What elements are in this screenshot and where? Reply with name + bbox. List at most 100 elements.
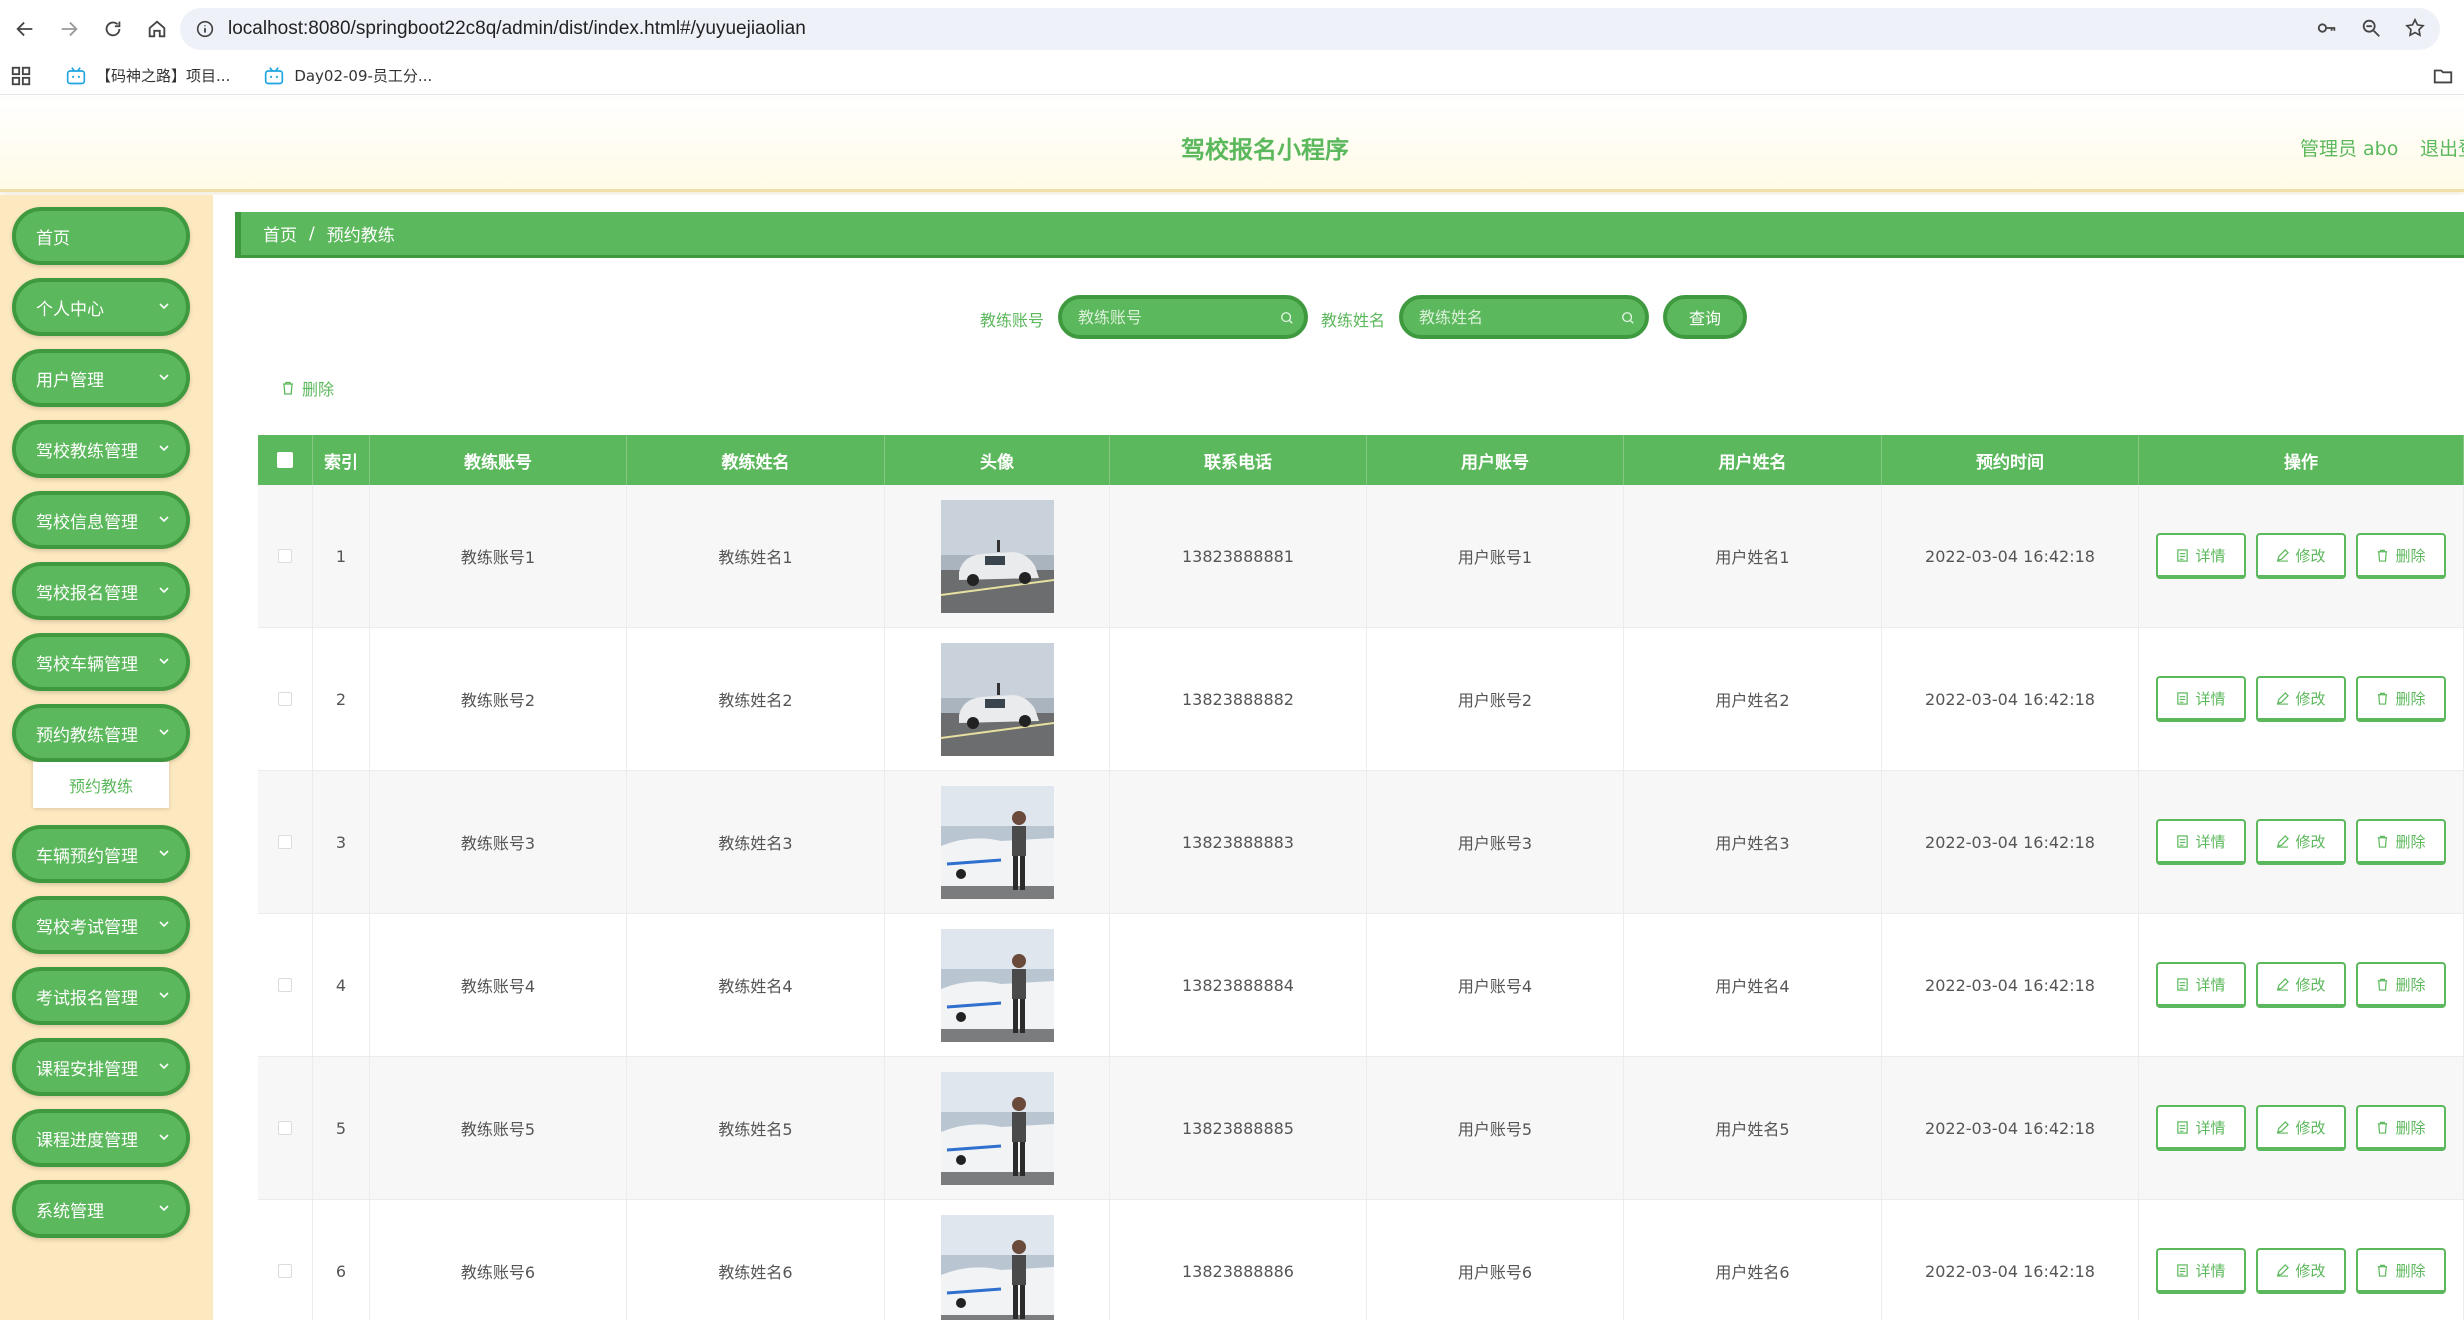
chevron-down-icon <box>159 921 169 928</box>
select-all-checkbox[interactable] <box>277 452 293 468</box>
cell-user-name: 用户姓名3 <box>1624 771 1882 913</box>
detail-button[interactable]: 详情 <box>2156 819 2246 865</box>
detail-button[interactable]: 详情 <box>2156 533 2246 579</box>
coach-account-field[interactable] <box>1058 295 1308 339</box>
chevron-down-icon <box>159 850 169 857</box>
coach-name-input[interactable] <box>1419 307 1609 327</box>
chevron-down-icon <box>159 992 169 999</box>
detail-button[interactable]: 详情 <box>2156 1105 2246 1151</box>
sidebar-item-exam-registration[interactable]: 考试报名管理 <box>12 967 190 1025</box>
sidebar-item-label: 系统管理 <box>36 1201 104 1222</box>
edit-button[interactable]: 修改 <box>2256 1105 2346 1151</box>
star-icon[interactable] <box>2404 17 2426 39</box>
row-checkbox[interactable] <box>278 549 292 563</box>
back-icon[interactable] <box>6 10 44 48</box>
sidebar-item-label: 驾校报名管理 <box>36 583 138 604</box>
document-icon <box>2177 1120 2189 1134</box>
delete-button[interactable]: 删除 <box>2356 962 2446 1008</box>
apps-grid-icon[interactable] <box>10 65 32 87</box>
cell-actions: 详情 修改 删除 <box>2139 771 2464 913</box>
browser-toolbar: localhost:8080/springboot22c8q/admin/dis… <box>0 0 2464 57</box>
detail-button[interactable]: 详情 <box>2156 1248 2246 1294</box>
row-checkbox[interactable] <box>278 835 292 849</box>
coach-avatar-image[interactable] <box>940 785 1054 899</box>
sidebar-item-course-progress[interactable]: 课程进度管理 <box>12 1109 190 1167</box>
sidebar-item-coach-booking[interactable]: 预约教练管理 <box>12 704 190 762</box>
sidebar-item-registration[interactable]: 驾校报名管理 <box>12 562 190 620</box>
cell-user-account: 用户账号4 <box>1367 914 1624 1056</box>
row-checkbox[interactable] <box>278 1121 292 1135</box>
batch-delete-button[interactable]: 删除 <box>281 376 334 400</box>
sidebar-item-vehicles[interactable]: 驾校车辆管理 <box>12 633 190 691</box>
delete-button[interactable]: 删除 <box>2356 676 2446 722</box>
coach-account-input[interactable] <box>1078 307 1268 327</box>
sidebar-item-system[interactable]: 系统管理 <box>12 1180 190 1238</box>
submenu-item-coach-booking[interactable]: 预约教练 <box>33 762 169 808</box>
address-bar[interactable]: localhost:8080/springboot22c8q/admin/dis… <box>180 8 2440 50</box>
sidebar-item-school-info[interactable]: 驾校信息管理 <box>12 491 190 549</box>
edit-button[interactable]: 修改 <box>2256 533 2346 579</box>
header-user-name: 用户姓名 <box>1624 435 1882 485</box>
coach-avatar-image[interactable] <box>940 928 1054 1042</box>
coach-avatar-image[interactable] <box>940 642 1054 756</box>
cell-actions: 详情 修改 删除 <box>2139 485 2464 627</box>
sidebar-item-vehicle-booking[interactable]: 车辆预约管理 <box>12 825 190 883</box>
breadcrumb-home[interactable]: 首页 <box>263 221 297 246</box>
info-icon[interactable] <box>194 18 216 40</box>
cell-booking-time: 2022-03-04 16:42:18 <box>1882 1057 2139 1199</box>
sidebar-item-exams[interactable]: 驾校考试管理 <box>12 896 190 954</box>
delete-button[interactable]: 删除 <box>2356 1248 2446 1294</box>
zoom-icon[interactable] <box>2360 17 2382 39</box>
coach-name-field[interactable] <box>1399 295 1649 339</box>
row-checkbox[interactable] <box>278 978 292 992</box>
sidebar-item-users[interactable]: 用户管理 <box>12 349 190 407</box>
coach-avatar-image[interactable] <box>940 1071 1054 1185</box>
edit-button[interactable]: 修改 <box>2256 819 2346 865</box>
cell-coach-name: 教练姓名4 <box>627 914 885 1056</box>
breadcrumb: 首页 / 预约教练 <box>235 212 2464 258</box>
chevron-down-icon <box>159 658 169 665</box>
coach-avatar-image[interactable] <box>940 1214 1054 1320</box>
coach-avatar-image[interactable] <box>940 499 1054 613</box>
header-user-account: 用户账号 <box>1367 435 1624 485</box>
cell-user-account: 用户账号5 <box>1367 1057 1624 1199</box>
detail-button[interactable]: 详情 <box>2156 962 2246 1008</box>
url-text[interactable]: localhost:8080/springboot22c8q/admin/dis… <box>228 18 806 40</box>
cell-user-account: 用户账号6 <box>1367 1200 1624 1320</box>
sidebar-item-label: 个人中心 <box>36 299 104 320</box>
sidebar-item-home[interactable]: 首页 <box>12 207 190 265</box>
bookmark-item[interactable]: Day02-09-员工分... <box>264 65 432 86</box>
app-title: 驾校报名小程序 <box>1181 136 1349 164</box>
home-icon[interactable] <box>138 10 176 48</box>
password-key-icon[interactable] <box>2316 17 2338 39</box>
logout-link[interactable]: 退出登 <box>2420 134 2464 161</box>
cell-booking-time: 2022-03-04 16:42:18 <box>1882 485 2139 627</box>
sidebar-item-personal-center[interactable]: 个人中心 <box>12 278 190 336</box>
query-button[interactable]: 查询 <box>1663 295 1747 339</box>
sidebar-item-course-schedule[interactable]: 课程安排管理 <box>12 1038 190 1096</box>
folder-icon[interactable] <box>2432 65 2454 87</box>
bilibili-icon <box>66 66 86 84</box>
forward-icon[interactable] <box>50 10 88 48</box>
edit-button[interactable]: 修改 <box>2256 962 2346 1008</box>
edit-button[interactable]: 修改 <box>2256 676 2346 722</box>
cell-user-account: 用户账号1 <box>1367 485 1624 627</box>
detail-button[interactable]: 详情 <box>2156 676 2246 722</box>
sidebar-item-label: 驾校车辆管理 <box>36 654 138 675</box>
row-checkbox-cell <box>258 1057 313 1199</box>
bookmark-item[interactable]: 【码神之路】项目... <box>66 65 230 86</box>
row-checkbox[interactable] <box>278 1264 292 1278</box>
sidebar-item-coaches[interactable]: 驾校教练管理 <box>12 420 190 478</box>
sidebar-item-label: 课程进度管理 <box>36 1130 138 1151</box>
delete-button[interactable]: 删除 <box>2356 533 2446 579</box>
cell-index: 6 <box>313 1200 370 1320</box>
cell-booking-time: 2022-03-04 16:42:18 <box>1882 628 2139 770</box>
cell-coach-account: 教练账号3 <box>370 771 627 913</box>
edit-button[interactable]: 修改 <box>2256 1248 2346 1294</box>
delete-button[interactable]: 删除 <box>2356 819 2446 865</box>
cell-phone: 13823888885 <box>1110 1057 1367 1199</box>
row-checkbox[interactable] <box>278 692 292 706</box>
reload-icon[interactable] <box>94 10 132 48</box>
delete-button[interactable]: 删除 <box>2356 1105 2446 1151</box>
cell-coach-account: 教练账号5 <box>370 1057 627 1199</box>
